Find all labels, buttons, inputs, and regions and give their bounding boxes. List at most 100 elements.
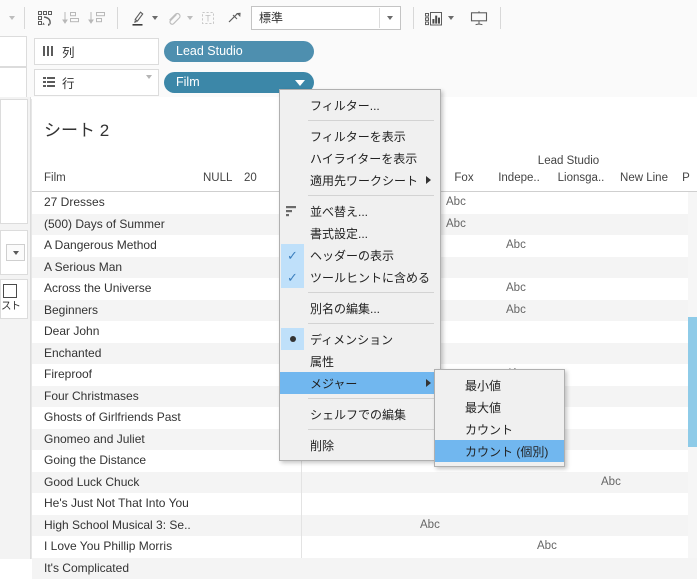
vertical-scrollbar-thumb[interactable] [688, 317, 697, 447]
menu-item-label: 書式設定... [310, 225, 368, 242]
menu-item-label: 別名の編集... [310, 300, 380, 317]
highlighter-icon[interactable] [125, 5, 151, 31]
row-film-label: Going the Distance [44, 453, 146, 467]
highlighter-caret-icon[interactable] [152, 16, 158, 20]
row-film-label: High School Musical 3: Se.. [44, 518, 191, 532]
menu-item-dimension[interactable]: ディメンション [280, 328, 440, 350]
fixed-axis-icon[interactable] [221, 5, 247, 31]
table-row[interactable]: Good Luck ChuckAbc [32, 472, 697, 494]
field-context-menu: フィルター... フィルターを表示 ハイライターを表示 適用先ワークシート 並べ… [279, 89, 441, 461]
column-group-label: Lead Studio [440, 155, 697, 167]
menu-item-label: ヘッダーの表示 [310, 247, 394, 264]
tableau-worksheet-window: T 標準 [0, 0, 697, 559]
menu-item-format[interactable]: 書式設定... [280, 222, 440, 244]
page-title: シート 2 [44, 116, 109, 141]
mark-abc: Abc [506, 304, 526, 316]
row-film-label: Across the Universe [44, 281, 151, 295]
left-panel-rail: スト [0, 97, 31, 559]
menu-item-label: フィルターを表示 [310, 128, 406, 145]
measure-submenu: 最小値 最大値 カウント カウント (個別) [434, 369, 565, 467]
mark-abc: Abc [420, 519, 440, 531]
row-header-label[interactable]: Film [44, 172, 66, 184]
column-header-lionsga[interactable]: Lionsga.. [550, 172, 612, 189]
menu-item-apply-to-worksheets[interactable]: 適用先ワークシート [280, 169, 440, 191]
columns-shelf-text: 列 [62, 42, 75, 61]
menu-item-label: メジャー [310, 375, 357, 392]
row-film-label: 27 Dresses [44, 195, 105, 209]
fit-select-arrow-icon[interactable] [379, 8, 400, 28]
table-row[interactable]: I Love You Phillip Morris Abc [32, 536, 697, 558]
row-film-label: I Love You Phillip Morris [44, 539, 172, 553]
column-header-fox[interactable]: Fox [440, 172, 488, 189]
fit-select[interactable]: 標準 [251, 6, 401, 30]
menu-item-edit-in-shelf[interactable]: シェルフでの編集 [280, 403, 440, 425]
menu-item-label: 削除 [310, 437, 334, 454]
null-header-0[interactable]: NULL [203, 172, 232, 184]
submenu-item-count[interactable]: カウント [435, 418, 564, 440]
menu-item-edit-aliases[interactable]: 別名の編集... [280, 297, 440, 319]
row-film-label: Beginners [44, 303, 98, 317]
menu-item-show-filter[interactable]: フィルターを表示 [280, 125, 440, 147]
sort-ascending-icon[interactable] [58, 5, 84, 31]
radio-selected-icon [281, 328, 304, 350]
columns-shelf-label: 列 [34, 38, 159, 65]
column-header-indepe[interactable]: Indepe.. [488, 172, 550, 189]
row-film-label: Ghosts of Girlfriends Past [44, 410, 181, 424]
attachment-caret-icon[interactable] [187, 16, 193, 20]
menu-item-sort[interactable]: 並べ替え... [280, 200, 440, 222]
columns-shelf-row: 列 Lead Studio [0, 36, 697, 66]
pill-lead-studio[interactable]: Lead Studio [164, 41, 314, 62]
menu-item-include-in-tooltip[interactable]: ✓ ツールヒントに含める [280, 266, 440, 288]
menu-item-show-highlighter[interactable]: ハイライターを表示 [280, 147, 440, 169]
row-film-label: Enchanted [44, 346, 101, 360]
row-film-label: Gnomeo and Juliet [44, 432, 145, 446]
menu-item-remove[interactable]: 削除 [280, 434, 440, 456]
rows-shelf-text: 行 [62, 73, 75, 92]
rail-panel-marks[interactable] [0, 99, 28, 224]
null-header-1[interactable]: 20 [244, 172, 257, 184]
menu-separator [308, 120, 434, 121]
menu-item-filter[interactable]: フィルター... [280, 94, 440, 116]
menu-item-label: 並べ替え... [310, 203, 368, 220]
show-me-icon[interactable] [421, 5, 447, 31]
sort-descending-icon[interactable] [84, 5, 110, 31]
show-me-caret-icon[interactable] [448, 16, 454, 20]
menu-item-label: シェルフでの編集 [310, 406, 406, 423]
vertical-scrollbar[interactable] [688, 192, 697, 558]
column-header-p[interactable]: P [676, 172, 696, 189]
rail-dropdown-icon[interactable] [6, 244, 25, 261]
toolbar-divider [24, 7, 25, 29]
row-film-label: A Dangerous Method [44, 238, 157, 252]
table-row[interactable]: High School Musical 3: Se.. Abc [32, 515, 697, 537]
presentation-mode-icon[interactable] [466, 5, 492, 31]
columns-grid-icon [42, 45, 56, 57]
menu-separator [308, 323, 434, 324]
mark-abc: Abc [601, 476, 621, 488]
mark-abc: Abc [537, 540, 557, 552]
submenu-item-count-distinct[interactable]: カウント (個別) [435, 440, 564, 462]
menu-separator [308, 195, 434, 196]
mark-abc: Abc [506, 239, 526, 251]
attachment-icon[interactable] [160, 5, 186, 31]
menu-item-measure[interactable]: メジャー [280, 372, 440, 394]
pill-film-caret-icon[interactable] [295, 80, 305, 86]
swap-rows-cols-icon[interactable] [32, 5, 58, 31]
submenu-item-max[interactable]: 最大値 [435, 396, 564, 418]
table-row[interactable]: He's Just Not That Into You [32, 493, 697, 515]
text-box-icon[interactable]: T [195, 5, 221, 31]
menu-item-label: フィルター... [310, 97, 380, 114]
rail-square-icon [3, 284, 17, 298]
rows-shelf-caret-icon[interactable] [146, 79, 152, 93]
column-header-new-line[interactable]: New Line [612, 172, 676, 189]
rows-shelf-corner [0, 67, 27, 98]
menu-item-show-header[interactable]: ✓ ヘッダーの表示 [280, 244, 440, 266]
checkmark-icon: ✓ [281, 244, 304, 266]
svg-text:T: T [205, 13, 211, 23]
table-row[interactable]: It's Complicated [32, 558, 697, 579]
pill-lead-studio-label: Lead Studio [176, 44, 243, 58]
menu-item-attribute[interactable]: 属性 [280, 350, 440, 372]
menu-separator [308, 429, 434, 430]
menu-item-label: ツールヒントに含める [310, 269, 430, 286]
submenu-item-min[interactable]: 最小値 [435, 374, 564, 396]
toolbar-overflow-caret-icon[interactable] [9, 16, 15, 20]
